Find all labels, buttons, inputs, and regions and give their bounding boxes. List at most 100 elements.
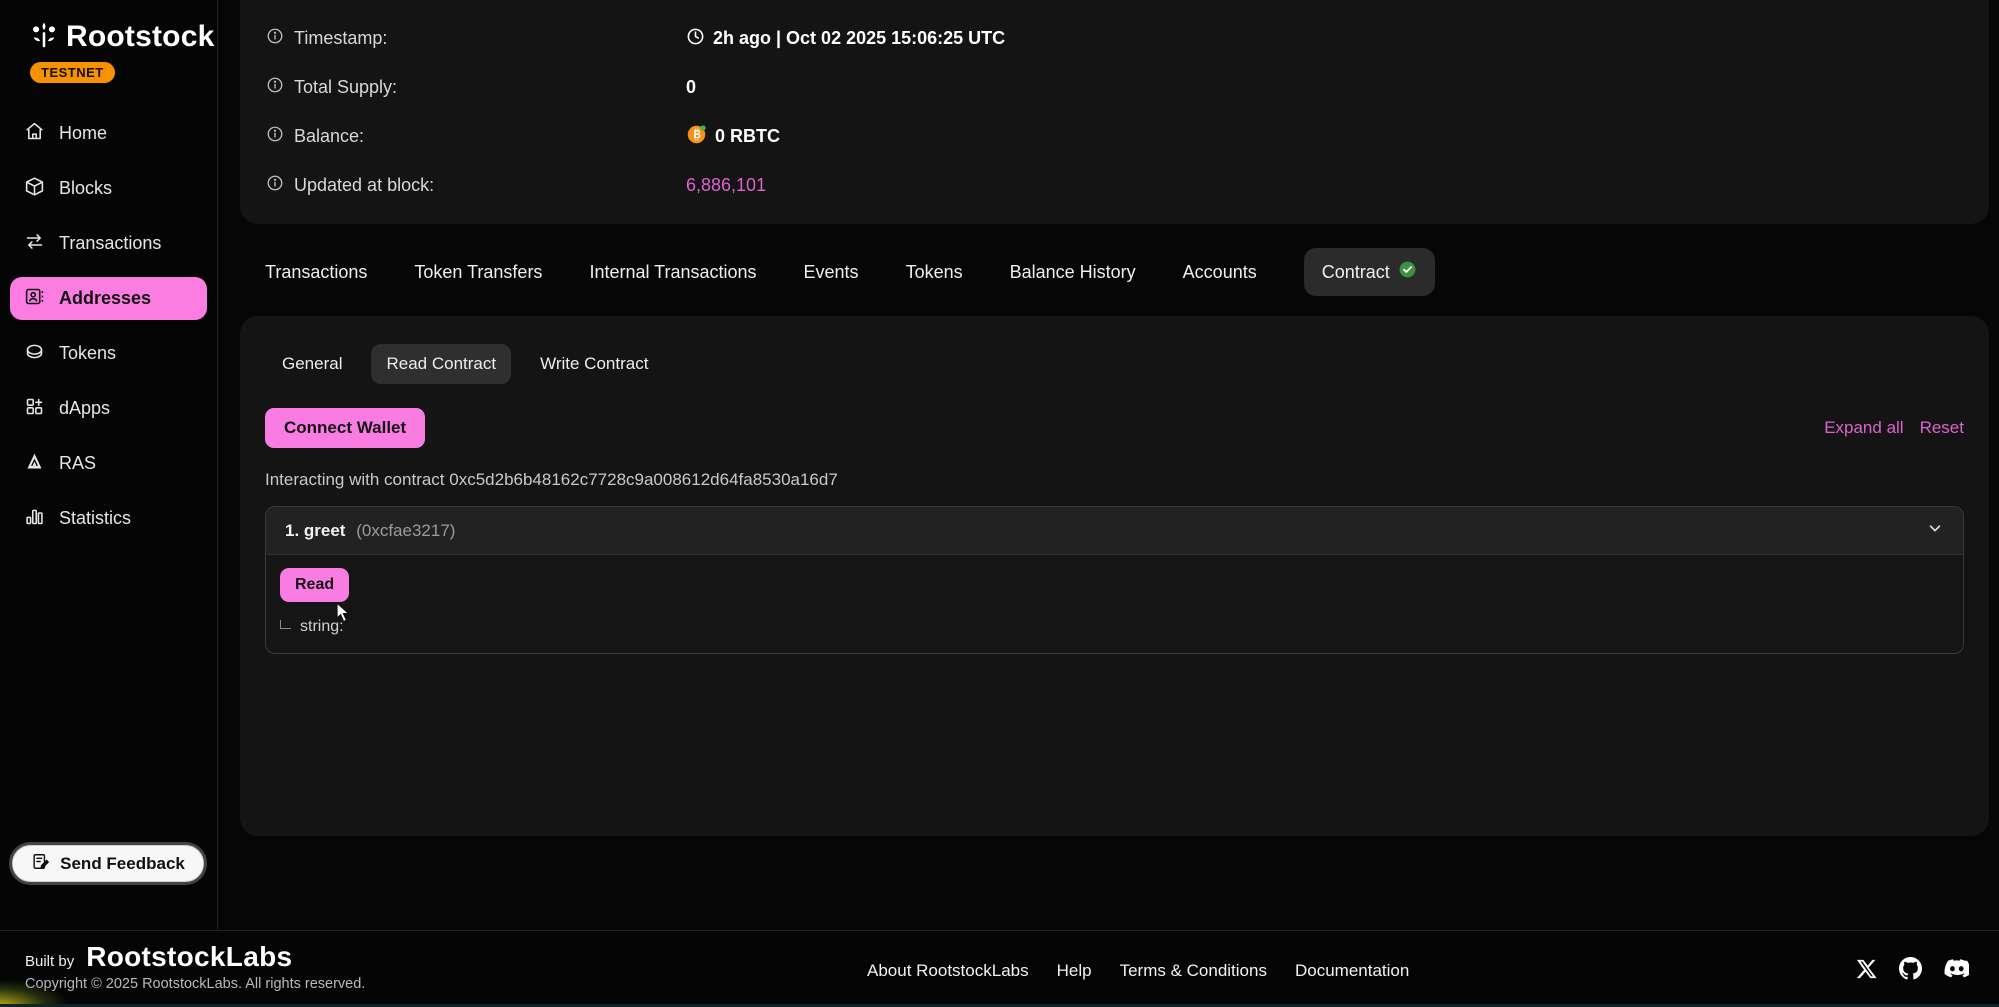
balance-value: 0 RBTC	[715, 126, 780, 147]
footer-brand-block: Built by RootstockLabs Copyright © 2025 …	[25, 941, 365, 992]
info-label: Balance:	[266, 125, 686, 148]
connect-wallet-button[interactable]: Connect Wallet	[265, 408, 425, 448]
total-supply-value: 0	[686, 77, 696, 98]
logo-text: Rootstock	[66, 20, 214, 54]
sidebar-item-addresses[interactable]: Addresses	[10, 277, 207, 320]
footer-socials	[1856, 957, 1969, 980]
send-feedback-button[interactable]: Send Feedback	[12, 845, 204, 882]
subtab-general[interactable]: General	[267, 344, 357, 384]
tab-contract-label: Contract	[1322, 262, 1390, 283]
x-icon[interactable]	[1856, 958, 1878, 980]
bar-chart-icon	[24, 506, 45, 532]
sidebar-item-transactions[interactable]: Transactions	[10, 222, 207, 265]
clock-icon	[686, 27, 705, 51]
sidebar-nav: Home Blocks Transactions Addresses	[10, 112, 207, 540]
contract-actions-row: Connect Wallet Expand all Reset	[265, 408, 1964, 448]
footer-link-documentation[interactable]: Documentation	[1295, 961, 1409, 981]
info-icon[interactable]	[266, 125, 284, 148]
footer-link-terms[interactable]: Terms & Conditions	[1120, 961, 1267, 981]
sidebar-item-home[interactable]: Home	[10, 112, 207, 155]
logo-block[interactable]: Rootstock TESTNET	[0, 0, 217, 83]
sidebar-item-label: Addresses	[59, 288, 151, 309]
sidebar-item-label: RAS	[59, 453, 96, 474]
info-icon[interactable]	[266, 27, 284, 50]
sidebar-item-label: Blocks	[59, 178, 112, 199]
balance-value-group: 0 RBTC	[686, 124, 780, 150]
method-accordion: 1. greet (0xcfae3217) Read string:	[265, 506, 1964, 654]
interacting-with-contract-text: Interacting with contract 0xc5d2b6b48162…	[265, 470, 1964, 490]
tab-transactions[interactable]: Transactions	[265, 262, 367, 283]
apps-grid-icon	[24, 396, 45, 422]
method-accordion-body: Read string:	[266, 554, 1963, 653]
info-row-balance: Balance: 0 RBTC	[266, 112, 1963, 161]
sidebar-item-ras[interactable]: RAS	[10, 442, 207, 485]
contact-card-icon	[24, 286, 45, 312]
chevron-down-icon[interactable]	[1926, 519, 1944, 542]
method-selector: (0xcfae3217)	[356, 521, 455, 540]
total-supply-label: Total Supply:	[294, 77, 397, 98]
info-label: Total Supply:	[266, 76, 686, 99]
tab-token-transfers[interactable]: Token Transfers	[414, 262, 542, 283]
expand-all-link[interactable]: Expand all	[1824, 418, 1903, 438]
info-row-updated-block: Updated at block: 6,886,101	[266, 161, 1963, 210]
info-row-total-supply: Total Supply: 0	[266, 63, 1963, 112]
discord-icon[interactable]	[1943, 958, 1969, 980]
timestamp-label: Timestamp:	[294, 28, 387, 49]
sidebar-item-label: Statistics	[59, 508, 131, 529]
contract-subtabs: General Read Contract Write Contract	[265, 344, 1964, 384]
github-icon[interactable]	[1899, 957, 1922, 980]
footer-links: About RootstockLabs Help Terms & Conditi…	[867, 961, 1409, 981]
page: Rootstock TESTNET Home Blocks	[0, 0, 1999, 1007]
testnet-badge: TESTNET	[30, 62, 115, 83]
method-title: 1. greet (0xcfae3217)	[285, 521, 455, 541]
tab-internal-transactions[interactable]: Internal Transactions	[589, 262, 756, 283]
subtab-write-contract[interactable]: Write Contract	[525, 344, 663, 384]
timestamp-value-group: 2h ago | Oct 02 2025 15:06:25 UTC	[686, 27, 1005, 51]
info-icon[interactable]	[266, 174, 284, 197]
sidebar: Rootstock TESTNET Home Blocks	[0, 0, 218, 930]
tab-balance-history[interactable]: Balance History	[1010, 262, 1136, 283]
method-output-line: string:	[280, 618, 1949, 636]
footer-link-about[interactable]: About RootstockLabs	[867, 961, 1029, 981]
tab-accounts[interactable]: Accounts	[1183, 262, 1257, 283]
sidebar-item-label: dApps	[59, 398, 110, 419]
sidebar-item-blocks[interactable]: Blocks	[10, 167, 207, 210]
sidebar-item-label: Transactions	[59, 233, 161, 254]
timestamp-value: 2h ago | Oct 02 2025 15:06:25 UTC	[713, 28, 1005, 49]
subtab-read-contract[interactable]: Read Contract	[371, 344, 511, 384]
info-icon[interactable]	[266, 76, 284, 99]
updated-block-label: Updated at block:	[294, 175, 434, 196]
method-name: 1. greet	[285, 521, 345, 540]
tab-contract[interactable]: Contract	[1304, 248, 1435, 296]
cube-icon	[24, 176, 45, 202]
send-feedback-label: Send Feedback	[60, 854, 185, 874]
home-icon	[24, 121, 45, 147]
coin-icon	[24, 341, 45, 367]
footer-link-help[interactable]: Help	[1057, 961, 1092, 981]
reset-link[interactable]: Reset	[1920, 418, 1964, 438]
updated-block-link[interactable]: 6,886,101	[686, 175, 766, 196]
rootstock-logo-icon	[30, 21, 58, 54]
method-accordion-header[interactable]: 1. greet (0xcfae3217)	[266, 507, 1963, 554]
tab-tokens[interactable]: Tokens	[906, 262, 963, 283]
tab-events[interactable]: Events	[804, 262, 859, 283]
swap-arrows-icon	[24, 231, 45, 257]
built-by-label: Built by	[25, 953, 74, 970]
sidebar-item-label: Home	[59, 123, 107, 144]
rootstocklabs-brand[interactable]: RootstockLabs	[86, 941, 292, 973]
sidebar-item-dapps[interactable]: dApps	[10, 387, 207, 430]
address-tabs: Transactions Token Transfers Internal Tr…	[265, 246, 1435, 298]
address-info-card: Timestamp: 2h ago | Oct 02 2025 15:06:25…	[240, 0, 1989, 224]
tree-elbow-icon	[280, 620, 291, 629]
read-button[interactable]: Read	[280, 568, 349, 602]
sidebar-item-statistics[interactable]: Statistics	[10, 497, 207, 540]
triangle-icon	[24, 451, 45, 477]
sidebar-item-label: Tokens	[59, 343, 116, 364]
feedback-note-icon	[31, 852, 50, 876]
footer: Built by RootstockLabs Copyright © 2025 …	[0, 930, 1999, 1007]
balance-label: Balance:	[294, 126, 364, 147]
sidebar-item-tokens[interactable]: Tokens	[10, 332, 207, 375]
accordion-controls: Expand all Reset	[1824, 418, 1964, 438]
mouse-cursor	[334, 602, 354, 629]
info-row-timestamp: Timestamp: 2h ago | Oct 02 2025 15:06:25…	[266, 14, 1963, 63]
